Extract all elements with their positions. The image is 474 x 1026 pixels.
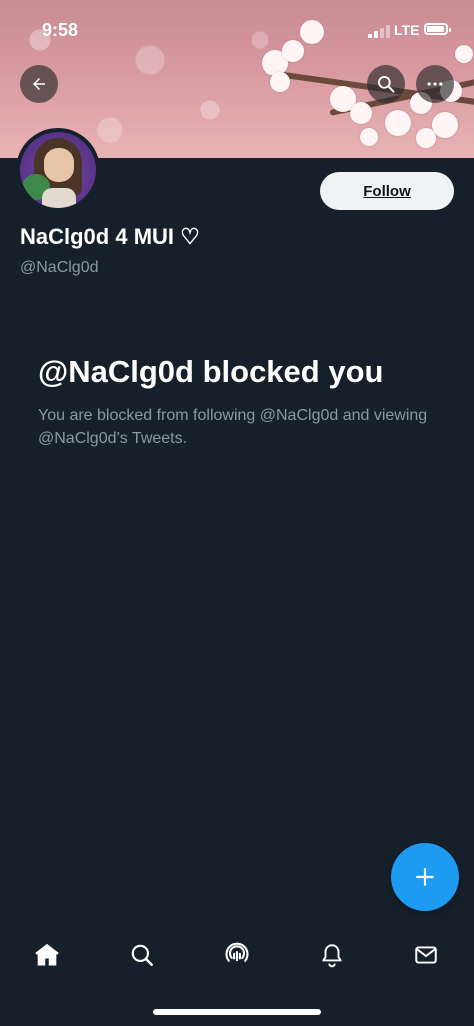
banner-blossom — [360, 128, 378, 146]
bottom-nav — [0, 925, 474, 985]
profile-handle: @NaClg0d — [20, 259, 99, 276]
banner-blossom — [350, 102, 372, 124]
back-button[interactable] — [20, 65, 58, 103]
arrow-left-icon — [33, 78, 45, 90]
avatar-image — [20, 132, 96, 208]
nav-search[interactable] — [122, 935, 162, 975]
signal-icon — [368, 24, 390, 38]
nav-notifications[interactable] — [312, 935, 352, 975]
blocked-description: You are blocked from following @NaClg0d … — [38, 407, 428, 447]
follow-button[interactable]: Follow — [320, 172, 454, 210]
more-button[interactable] — [416, 65, 454, 103]
avatar[interactable] — [16, 128, 100, 212]
profile-display-name: NaClg0d 4 MUI ♡ — [20, 224, 200, 249]
nav-home[interactable] — [27, 935, 67, 975]
compose-tweet-button[interactable] — [391, 843, 459, 911]
home-icon — [35, 943, 59, 966]
blocked-title: @NaClg0d blocked you — [38, 354, 384, 389]
banner-blossom — [432, 112, 458, 138]
battery-icon — [424, 23, 451, 35]
nav-spaces[interactable] — [217, 935, 257, 975]
plus-icon — [416, 868, 434, 886]
mail-icon — [415, 946, 437, 964]
spaces-icon — [225, 942, 249, 962]
network-type: LTE — [394, 22, 420, 38]
home-indicator — [153, 1009, 321, 1015]
status-bar: 9:58 LTE — [0, 0, 474, 60]
banner-blossom — [385, 110, 411, 136]
bell-icon — [322, 944, 342, 968]
search-button[interactable] — [367, 65, 405, 103]
banner-blossom — [270, 72, 290, 92]
nav-messages[interactable] — [406, 935, 446, 975]
more-horizontal-icon — [427, 82, 443, 86]
banner-blossom — [416, 128, 436, 148]
search-icon — [131, 944, 153, 966]
search-icon — [378, 76, 395, 93]
status-time: 9:58 — [42, 20, 79, 40]
